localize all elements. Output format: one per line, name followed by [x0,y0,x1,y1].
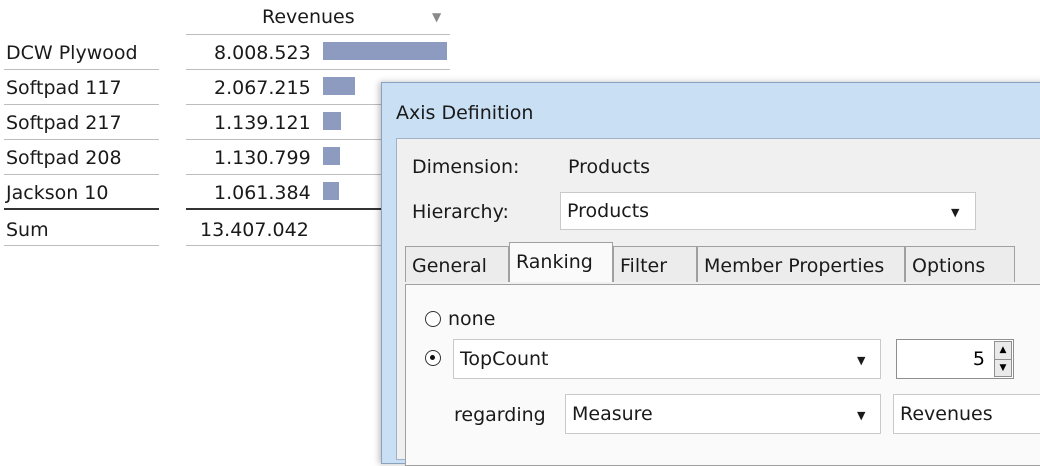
sum-divider [4,208,159,210]
radio-selected-dot [430,355,435,360]
row-label: Softpad 208 [6,147,122,169]
revenue-bar [323,77,355,95]
tab-label: Filter [620,255,668,277]
revenue-bar [323,182,339,200]
row-divider [4,174,159,175]
row-value: 1.130.799 [214,147,311,169]
regarding-select[interactable]: Measure [565,394,881,434]
regarding-select-value: Measure [572,403,653,425]
filter-icon[interactable]: ▼ [432,10,441,24]
row-label: Softpad 117 [6,77,122,99]
row-divider [4,245,159,246]
radio-topcount[interactable] [425,350,441,366]
row-label: Softpad 217 [6,112,122,134]
row-label: Jackson 10 [6,182,109,204]
row-divider [186,245,386,246]
row-divider [4,139,159,140]
chevron-down-icon[interactable]: ▼ [857,354,865,367]
stepper-up-icon[interactable]: ▲ [995,342,1011,360]
revenue-bar [323,112,341,130]
dimension-label: Dimension: [412,156,520,178]
measure-select[interactable]: Revenues [893,394,1040,434]
count-stepper-value: 5 [972,348,985,370]
row-label: DCW Plywood [6,42,138,64]
row-value: 8.008.523 [214,42,311,64]
hierarchy-label: Hierarchy: [412,201,509,223]
sum-divider [186,208,386,210]
row-divider [186,104,386,105]
row-value: 2.067.215 [214,77,311,99]
stepper-down-icon[interactable]: ▼ [995,360,1011,377]
tab-options[interactable]: Options [905,246,1015,282]
tab-label: Member Properties [704,255,885,277]
tab-label: Ranking [516,251,593,273]
row-value: 1.139.121 [214,112,311,134]
row-divider [186,139,386,140]
regarding-label: regarding [454,404,546,426]
column-header-revenues[interactable]: Revenues [262,6,355,28]
sum-value: 13.407.042 [200,219,309,241]
row-divider [4,104,159,105]
tab-label: Options [912,255,986,277]
sum-label: Sum [6,219,49,241]
dimension-value: Products [568,156,651,178]
tab-ranking[interactable]: Ranking [509,242,613,282]
ranking-type-select[interactable]: TopCount [453,339,881,379]
ranking-type-value: TopCount [460,348,549,370]
header-divider [186,34,450,35]
tab-filter[interactable]: Filter [613,246,697,282]
hierarchy-select[interactable]: Products [560,192,976,230]
measure-select-value: Revenues [900,403,993,425]
radio-none-label: none [448,308,496,330]
revenue-bar [323,42,447,60]
dialog-title: Axis Definition [396,102,534,124]
revenue-bar [323,147,340,165]
row-divider [4,69,159,70]
radio-none[interactable] [425,311,441,327]
tab-general[interactable]: General [405,246,509,282]
chevron-down-icon[interactable]: ▼ [951,206,959,219]
row-divider [186,174,386,175]
tab-label: General [412,255,487,277]
tab-member-properties[interactable]: Member Properties [697,246,905,282]
stepper-buttons[interactable]: ▲ ▼ [994,341,1012,377]
chevron-down-icon[interactable]: ▼ [857,409,865,422]
hierarchy-select-value: Products [567,200,650,222]
row-divider [186,69,450,70]
row-value: 1.061.384 [214,182,311,204]
